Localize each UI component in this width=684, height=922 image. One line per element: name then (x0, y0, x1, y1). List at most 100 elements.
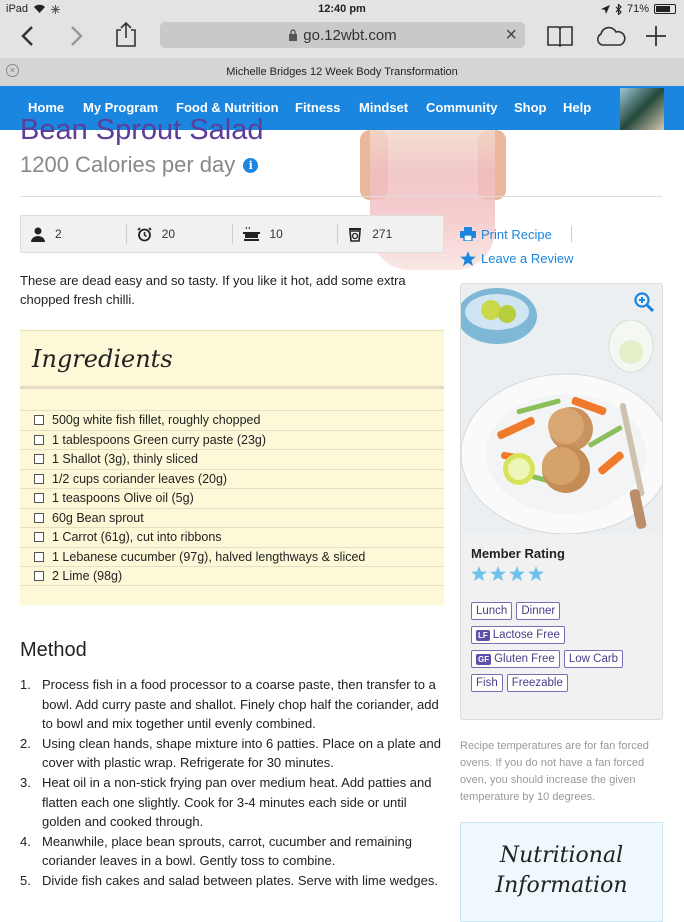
status-time: 12:40 pm (318, 3, 366, 15)
ingredients-heading: Ingredients (32, 345, 173, 373)
tag-lunch[interactable]: Lunch (471, 602, 513, 620)
ingredient-text: 1 Shallot (3g), thinly sliced (52, 452, 198, 467)
step-text: Process fish in a food processor to a co… (42, 677, 439, 732)
method-step: 3. Heat oil in a non-stick frying pan ove… (20, 773, 444, 832)
ingredient-checkbox[interactable] (34, 454, 44, 465)
member-rating-label: Member Rating (471, 546, 565, 561)
tag-label: Dinner (521, 605, 556, 617)
ingredient-text: 60g Bean sprout (52, 510, 144, 525)
nav-item-my-program[interactable]: My Program (83, 100, 158, 115)
action-separator (570, 226, 572, 242)
rating-stars (471, 566, 544, 581)
method-step: 1. Process fish in a food processor to a … (20, 675, 444, 734)
person-icon (31, 227, 45, 242)
tab-title[interactable]: Michelle Bridges 12 Week Body Transforma… (0, 66, 684, 78)
cloud-icon (597, 26, 626, 46)
tag-label: Lactose Free (492, 629, 560, 641)
gluten-free-badge: GF (476, 653, 492, 665)
tag-label: Low Carb (568, 653, 619, 665)
ingredient-text: 500g white fish fillet, roughly chopped (52, 413, 261, 428)
ingredient-checkbox[interactable] (34, 570, 44, 581)
ingredient-checkbox[interactable] (34, 493, 44, 504)
method-step: 2. Using clean hands, shape mixture into … (20, 734, 444, 773)
ingredient-checkbox[interactable] (34, 434, 44, 445)
tag-label: Freezable (511, 677, 563, 689)
calorie-plan-label: 1200 Calories per day (20, 152, 236, 177)
method-heading: Method (20, 639, 87, 661)
tag-gluten-free[interactable]: GF Gluten Free (471, 650, 560, 668)
new-tab-button[interactable] (645, 22, 667, 50)
stat-calories: 271 (338, 224, 443, 244)
printer-icon (460, 227, 476, 241)
ingredient-item[interactable]: 1 Lebanese cucumber (97g), halved length… (20, 546, 444, 567)
ingredient-item[interactable]: 1 tablespoons Green curry paste (23g) (20, 429, 444, 450)
alarm-clock-icon (137, 226, 152, 241)
step-text: Divide fish cakes and salad between plat… (42, 872, 438, 888)
tag-label: Fish (476, 677, 498, 689)
share-button[interactable] (115, 20, 137, 48)
icloud-tabs-button[interactable] (594, 22, 626, 50)
method-list: 1. Process fish in a food processor to a … (20, 675, 444, 891)
location-icon (600, 4, 610, 14)
tag-low-carb[interactable]: Low Carb (563, 650, 624, 668)
ingredient-item[interactable]: 1 Shallot (3g), thinly sliced (20, 449, 444, 469)
ingredient-item[interactable]: 500g white fish fillet, roughly chopped (20, 410, 444, 430)
ingredient-text: 1 Carrot (61g), cut into ribbons (52, 530, 222, 545)
ingredient-item[interactable]: 1/2 cups coriander leaves (20g) (20, 468, 444, 489)
recipe-intro: These are dead easy and so tasty. If you… (20, 273, 406, 307)
ingredient-item[interactable]: 1 Carrot (61g), cut into ribbons (20, 527, 444, 547)
leave-review-link[interactable]: Leave a Review (460, 251, 574, 266)
nav-item-food-nutrition[interactable]: Food & Nutrition (176, 100, 279, 115)
recipe-subtitle: 1200 Calories per day i (20, 152, 259, 178)
nav-item-community[interactable]: Community (426, 100, 498, 115)
tag-fish[interactable]: Fish (471, 674, 503, 692)
chevron-left-icon (21, 26, 33, 46)
cooking-pot-icon (242, 226, 260, 241)
user-avatar[interactable] (620, 88, 664, 130)
clear-url-icon[interactable]: × (505, 24, 517, 47)
ingredient-item[interactable]: 1 teaspoons Olive oil (5g) (20, 488, 444, 508)
book-icon (547, 26, 573, 47)
recipe-photo[interactable] (461, 284, 662, 534)
print-recipe-link[interactable]: Print Recipe (460, 226, 574, 242)
nav-item-home[interactable]: Home (28, 100, 64, 115)
tag-dinner[interactable]: Dinner (516, 602, 561, 620)
nav-item-help[interactable]: Help (563, 100, 591, 115)
ingredient-item[interactable]: 60g Bean sprout (20, 507, 444, 528)
ingredient-text: 1 tablespoons Green curry paste (23g) (52, 432, 267, 447)
zoom-in-icon[interactable] (634, 292, 654, 312)
method-step: 5. Divide fish cakes and salad between pl… (20, 871, 444, 891)
forward-button[interactable] (70, 22, 84, 50)
print-recipe-label: Print Recipe (481, 226, 552, 242)
leave-review-label: Leave a Review (481, 251, 574, 266)
back-button[interactable] (20, 22, 34, 50)
ingredient-checkbox[interactable] (34, 512, 44, 523)
step-text: Using clean hands, shape mixture into 6 … (42, 735, 441, 771)
info-icon[interactable]: i (243, 157, 259, 173)
ingredients-panel: Ingredients 500g white fish fillet, roug… (20, 330, 444, 605)
nav-item-mindset[interactable]: Mindset (359, 100, 408, 115)
ingredient-checkbox[interactable] (34, 532, 44, 543)
lock-icon (289, 29, 298, 41)
tag-lactose-free[interactable]: LF Lactose Free (471, 626, 565, 644)
tag-freezable[interactable]: Freezable (506, 674, 568, 692)
step-number: 3. (20, 774, 31, 790)
address-bar[interactable]: go.12wbt.com × (160, 22, 525, 48)
star-icon (471, 566, 487, 581)
plus-icon (646, 26, 666, 46)
nav-item-shop[interactable]: Shop (514, 100, 547, 115)
lactose-free-badge: LF (476, 629, 490, 641)
step-number: 5. (20, 872, 31, 888)
ingredient-item[interactable]: 2 Lime (98g) (20, 566, 444, 586)
nav-item-fitness[interactable]: Fitness (295, 100, 341, 115)
step-number: 4. (20, 833, 31, 849)
ingredient-checkbox[interactable] (34, 551, 44, 562)
food-illustration (461, 284, 662, 534)
ingredient-checkbox[interactable] (34, 473, 44, 484)
ingredient-checkbox[interactable] (34, 415, 44, 426)
status-bar: iPad 12:40 pm 71% (0, 0, 684, 20)
recipe-sidebar-card: Member Rating Lunch Dinner LF Lactose Fre… (460, 283, 663, 720)
nutrition-heading: Nutritional Information (495, 843, 628, 898)
bookmarks-button[interactable] (547, 22, 573, 50)
divider (20, 196, 662, 197)
